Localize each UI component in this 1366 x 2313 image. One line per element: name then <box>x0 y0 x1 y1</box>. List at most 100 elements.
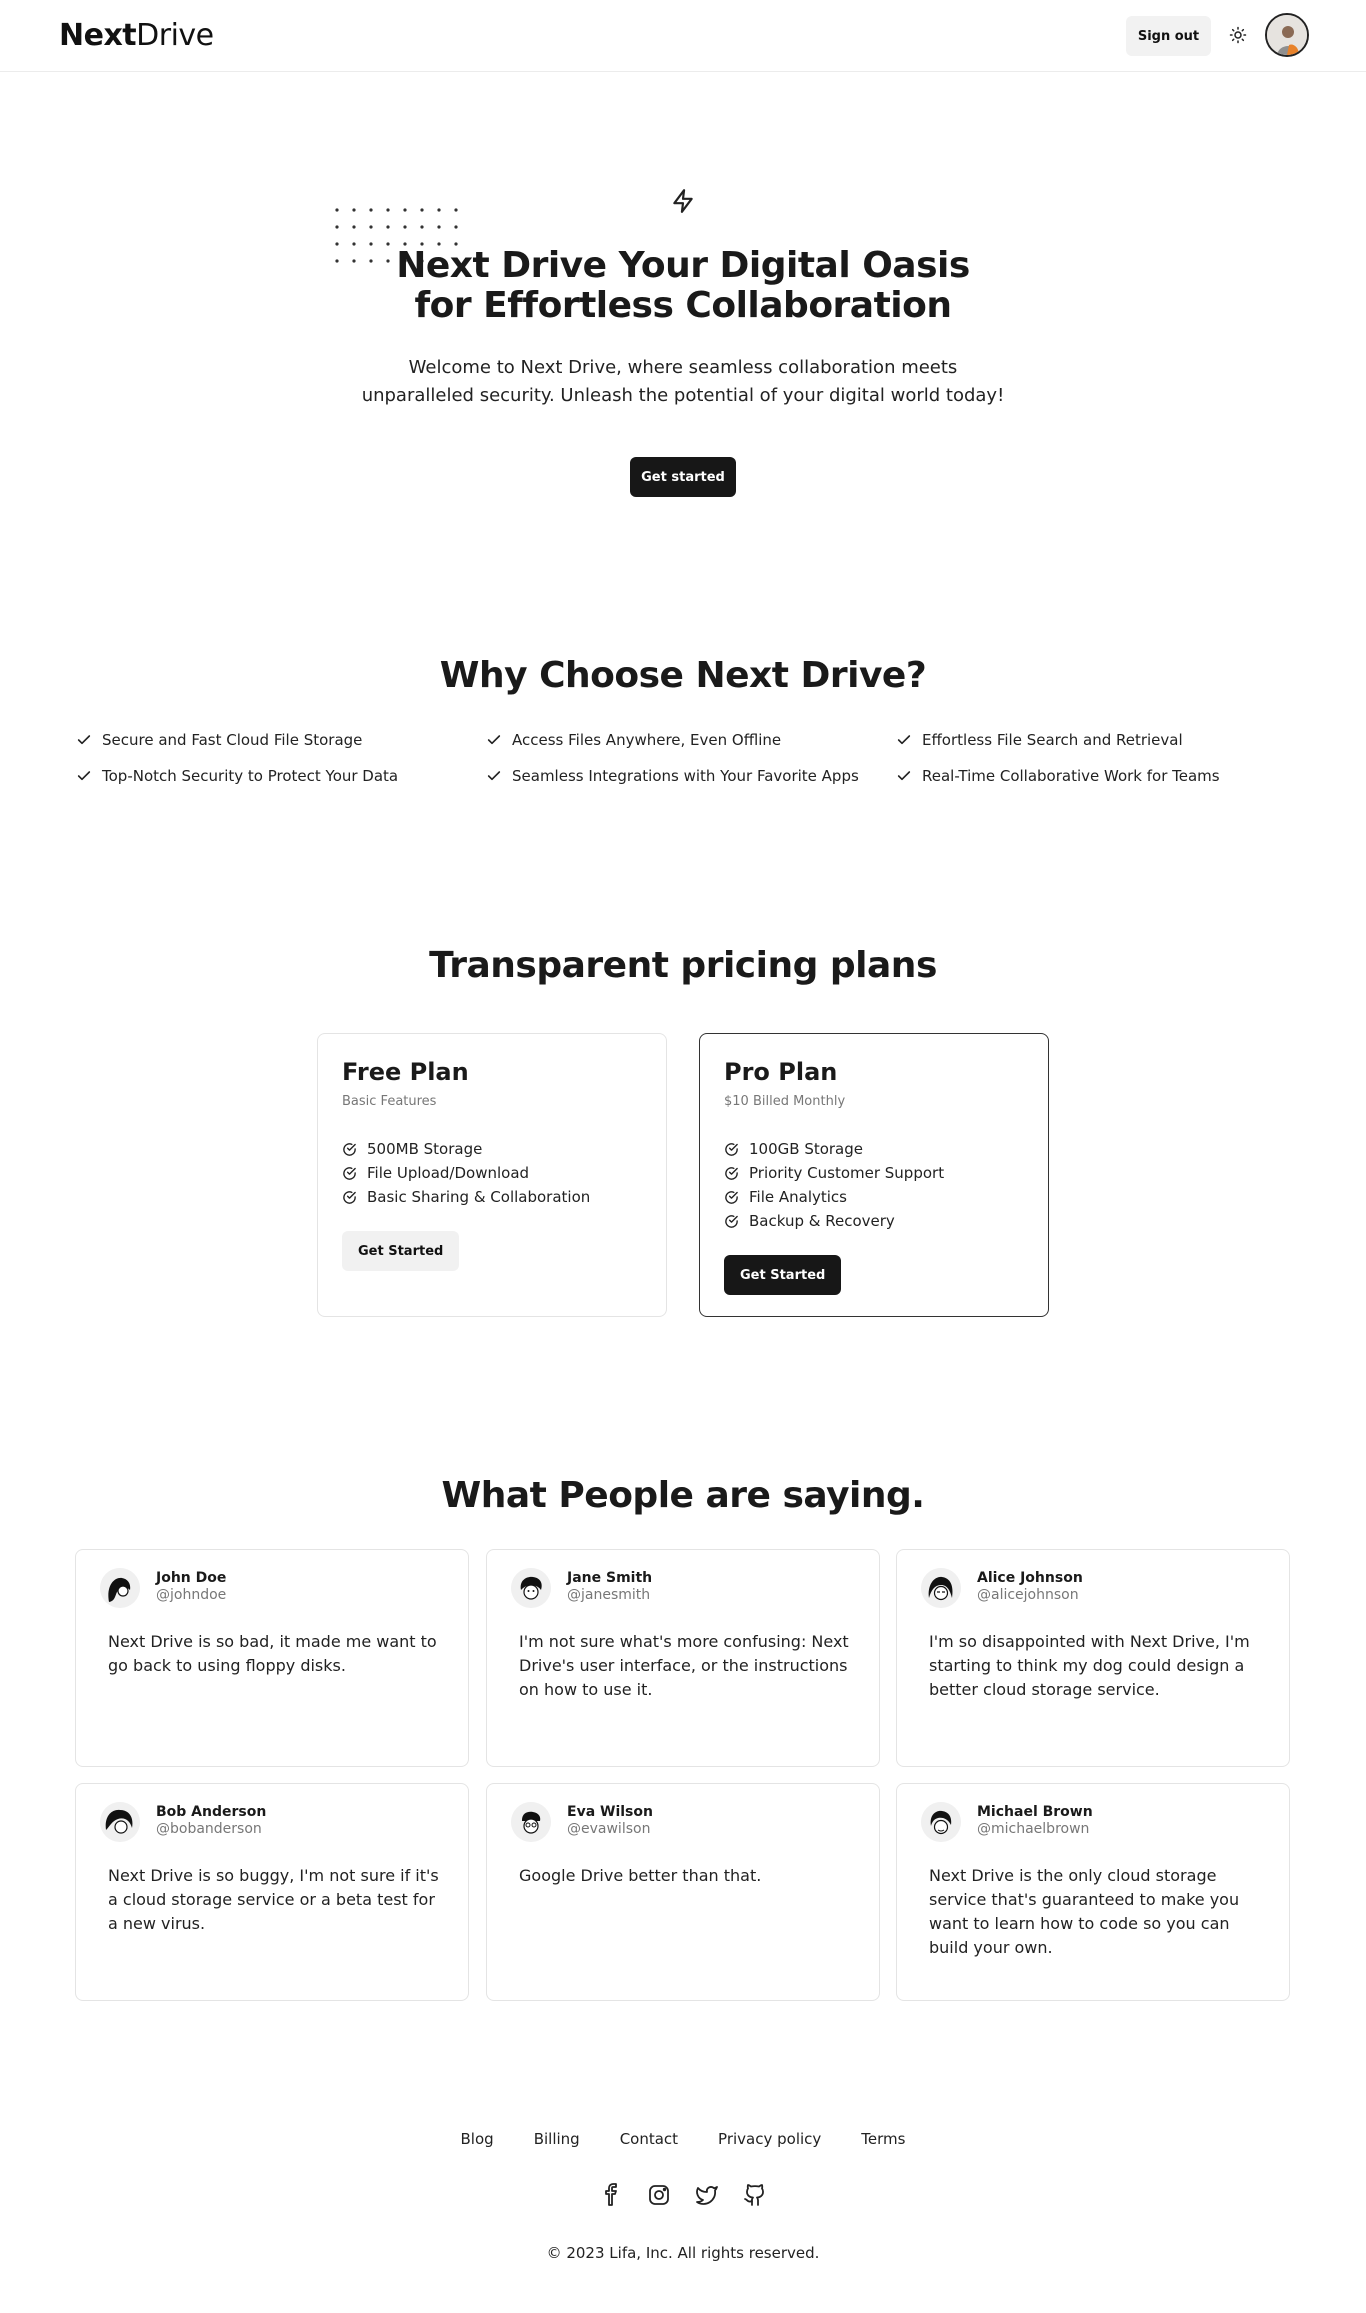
testimonial-text: Next Drive is so bad, it made me want to… <box>108 1632 437 1675</box>
feature-label: Secure and Fast Cloud File Storage <box>102 731 363 749</box>
footer-link-privacy[interactable]: Privacy policy <box>718 2130 821 2148</box>
plan-feature-label: Priority Customer Support <box>749 1164 945 1182</box>
check-icon <box>897 735 911 745</box>
reviewer-handle: @alicejohnson <box>977 1587 1079 1603</box>
testimonial-text: I'm so disappointed with Next Drive, I'm… <box>929 1632 1250 1699</box>
feature-item: Access Files Anywhere, Even Offline <box>486 731 781 749</box>
testimonial-card: Michael Brown @michaelbrown Next Drive i… <box>896 1783 1290 2001</box>
circle-check-icon <box>343 1142 356 1156</box>
testimonial-card: Jane Smith @janesmith I'm not sure what'… <box>486 1549 880 1767</box>
footer-link-contact[interactable]: Contact <box>620 2130 678 2148</box>
circle-check-icon <box>725 1142 738 1156</box>
avatar[interactable] <box>1265 13 1309 57</box>
circle-check-icon <box>725 1190 738 1204</box>
plan-feature-label: Basic Sharing & Collaboration <box>367 1188 591 1206</box>
plan-name: Free Plan <box>342 1058 469 1086</box>
free-plan-card: Free Plan Basic Features 500MB Storage F… <box>317 1033 667 1317</box>
feature-label: Access Files Anywhere, Even Offline <box>512 731 782 749</box>
reviewer-name: Michael Brown <box>977 1804 1093 1820</box>
footer-link-terms[interactable]: Terms <box>861 2130 905 2148</box>
plan-feature-label: File Upload/Download <box>367 1164 530 1182</box>
get-started-button[interactable]: Get started <box>630 457 736 497</box>
pro-plan-get-started-button[interactable]: Get Started <box>724 1255 842 1295</box>
reviewer-name: Alice Johnson <box>977 1570 1083 1586</box>
logo[interactable]: NextDrive <box>59 18 214 53</box>
logo-bold-text: Next <box>59 18 137 53</box>
feature-label: Effortless File Search and Retrieval <box>922 731 1183 749</box>
plan-feature-list: 100GB Storage Priority Customer Support … <box>724 1137 1024 1233</box>
feature-label: Top-Notch Security to Protect Your Data <box>102 767 399 785</box>
twitter-icon[interactable] <box>695 2183 719 2207</box>
reviewer-name: Eva Wilson <box>567 1804 653 1820</box>
reviewer-handle: @johndoe <box>156 1587 227 1603</box>
logo-regular-text: Drive <box>136 18 214 53</box>
feature-label: Seamless Integrations with Your Favorite… <box>512 767 859 785</box>
testimonials-title: What People are saying. <box>441 1475 925 1516</box>
reviewer-name: Bob Anderson <box>156 1804 267 1820</box>
features-title: Why Choose Next Drive? <box>439 655 927 696</box>
feature-label: Real-Time Collaborative Work for Teams <box>922 767 1220 785</box>
pricing-title: Transparent pricing plans <box>429 945 937 986</box>
avatar <box>100 1802 140 1842</box>
footer-nav: Blog Billing Contact Privacy policy Term… <box>0 2130 1366 2148</box>
lightning-icon <box>670 188 696 214</box>
check-icon <box>487 735 501 745</box>
hero-title-line1: Next Drive Your Digital Oasis <box>396 245 970 286</box>
check-icon <box>897 771 911 781</box>
check-icon <box>77 771 91 781</box>
avatar <box>511 1802 551 1842</box>
plan-feature: Priority Customer Support <box>724 1161 1024 1185</box>
avatar <box>921 1568 961 1608</box>
check-icon <box>77 735 91 745</box>
free-plan-get-started-button[interactable]: Get Started <box>342 1231 460 1271</box>
sun-icon[interactable] <box>1228 20 1248 50</box>
footer-link-blog[interactable]: Blog <box>461 2130 494 2148</box>
reviewer-handle: @michaelbrown <box>977 1821 1090 1837</box>
avatar <box>100 1568 140 1608</box>
circle-check-icon <box>725 1214 738 1228</box>
circle-check-icon <box>343 1166 356 1180</box>
plan-description: $10 Billed Monthly <box>724 1094 846 1109</box>
reviewer-name: John Doe <box>156 1570 227 1586</box>
plan-feature: Backup & Recovery <box>724 1209 1024 1233</box>
copyright: © 2023 Lifa, Inc. All rights reserved. <box>546 2244 820 2262</box>
testimonial-text: I'm not sure what's more confusing: Next… <box>519 1632 849 1699</box>
testimonial-card: Bob Anderson @bobanderson Next Drive is … <box>75 1783 469 2001</box>
avatar <box>511 1568 551 1608</box>
check-icon <box>487 771 501 781</box>
plan-feature-label: Backup & Recovery <box>749 1212 895 1230</box>
sign-out-button[interactable]: Sign out <box>1126 16 1211 56</box>
github-icon[interactable] <box>743 2183 767 2207</box>
feature-item: Secure and Fast Cloud File Storage <box>76 731 362 749</box>
testimonial-text: Google Drive better than that. <box>519 1866 762 1885</box>
plan-feature: File Analytics <box>724 1185 1024 1209</box>
reviewer-handle: @janesmith <box>567 1587 651 1603</box>
feature-item: Effortless File Search and Retrieval <box>896 731 1183 749</box>
facebook-icon[interactable] <box>599 2183 623 2207</box>
hero-title-line2: for Effortless Collaboration <box>414 285 952 326</box>
site-header: NextDrive Sign out <box>0 0 1366 72</box>
circle-check-icon <box>343 1190 356 1204</box>
testimonial-card: John Doe @johndoe Next Drive is so bad, … <box>75 1549 469 1767</box>
instagram-icon[interactable] <box>647 2183 671 2207</box>
testimonial-text: Next Drive is the only cloud storage ser… <box>929 1866 1240 1957</box>
reviewer-handle: @bobanderson <box>156 1821 262 1837</box>
plan-feature-list: 500MB Storage File Upload/Download Basic… <box>342 1137 642 1209</box>
plan-feature: File Upload/Download <box>342 1161 642 1185</box>
plan-feature-label: File Analytics <box>749 1188 847 1206</box>
plan-feature: 100GB Storage <box>724 1137 1024 1161</box>
plan-feature-label: 500MB Storage <box>367 1140 483 1158</box>
footer-link-billing[interactable]: Billing <box>534 2130 580 2148</box>
plan-feature-label: 100GB Storage <box>749 1140 864 1158</box>
hero-subtitle: Welcome to Next Drive, where seamless co… <box>361 357 1005 406</box>
reviewer-name: Jane Smith <box>567 1570 653 1586</box>
feature-item: Real-Time Collaborative Work for Teams <box>896 767 1220 785</box>
avatar <box>921 1802 961 1842</box>
testimonial-card: Eva Wilson @evawilson Google Drive bette… <box>486 1783 880 2001</box>
hero-title: Next Drive Your Digital Oasis for Effort… <box>383 246 983 326</box>
testimonial-card: Alice Johnson @alicejohnson I'm so disap… <box>896 1549 1290 1767</box>
plan-description: Basic Features <box>342 1094 437 1109</box>
plan-name: Pro Plan <box>724 1058 838 1086</box>
testimonial-text: Next Drive is so buggy, I'm not sure if … <box>108 1866 439 1933</box>
circle-check-icon <box>725 1166 738 1180</box>
